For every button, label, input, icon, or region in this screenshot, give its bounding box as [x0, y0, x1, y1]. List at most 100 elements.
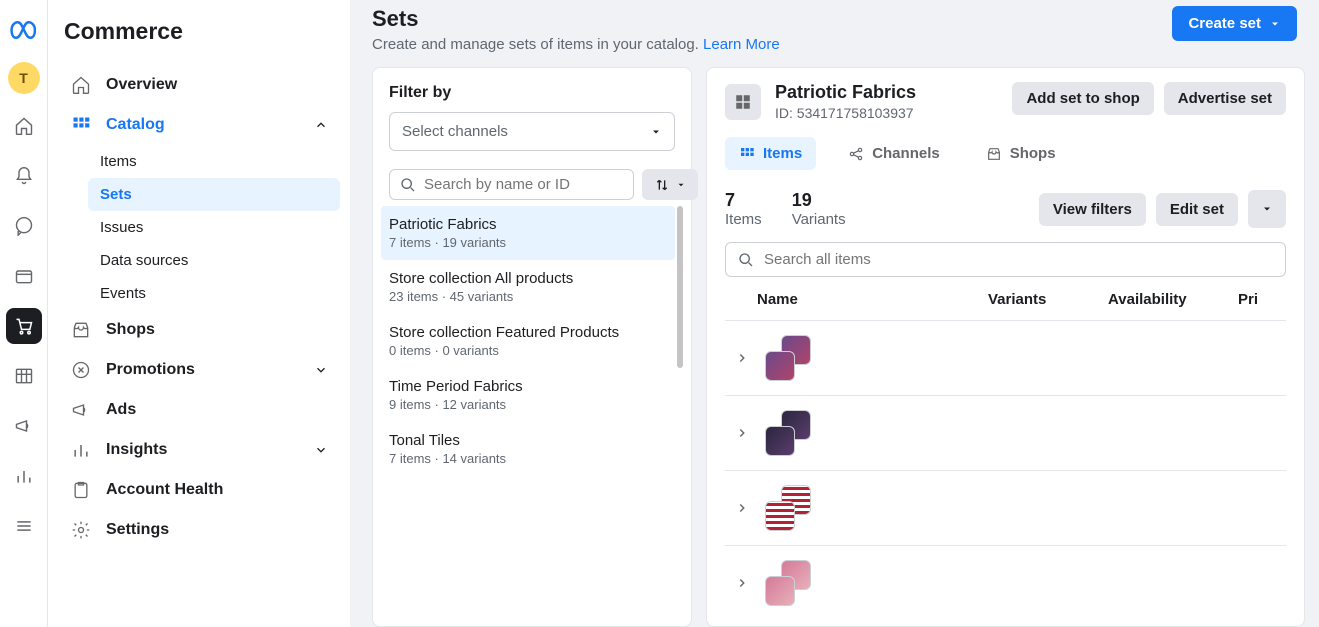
nav-label: Insights	[106, 441, 167, 459]
meta-logo[interactable]	[6, 12, 42, 48]
grid-icon	[739, 146, 755, 162]
nav-label: Issues	[100, 219, 143, 236]
nav-label: Catalog	[106, 116, 165, 134]
orders-icon[interactable]	[6, 258, 42, 294]
more-actions-button[interactable]	[1248, 190, 1286, 228]
user-avatar[interactable]: T	[8, 62, 40, 94]
commerce-icon[interactable]	[6, 308, 42, 344]
detail-title: Patriotic Fabrics	[775, 82, 916, 103]
count-label: Items	[725, 211, 762, 228]
chevron-right-icon[interactable]	[733, 501, 751, 515]
table-row[interactable]	[725, 320, 1286, 395]
tab-channels[interactable]: Channels	[834, 137, 954, 170]
nav-label: Sets	[100, 186, 132, 203]
nav-catalog[interactable]: Catalog	[58, 105, 340, 145]
bell-icon[interactable]	[6, 158, 42, 194]
detail-id: ID: 534171758103937	[775, 105, 916, 121]
menu-icon[interactable]	[6, 508, 42, 544]
select-placeholder: Select channels	[402, 123, 508, 140]
add-to-shop-button[interactable]: Add set to shop	[1012, 82, 1153, 115]
nav-account-health[interactable]: Account Health	[58, 470, 340, 510]
gear-icon	[70, 520, 92, 540]
nav-catalog-sets[interactable]: Sets	[88, 178, 340, 211]
nav-catalog-events[interactable]: Events	[88, 277, 340, 310]
nav-shops[interactable]: Shops	[58, 310, 340, 350]
chevron-down-icon	[314, 443, 328, 457]
sidebar: Commerce Overview Catalog Items Sets Iss…	[48, 0, 350, 627]
chevron-up-icon	[314, 118, 328, 132]
set-row[interactable]: Tonal Tiles 7 items · 14 variants	[381, 422, 675, 476]
megaphone-icon[interactable]	[6, 408, 42, 444]
chevron-right-icon[interactable]	[733, 351, 751, 365]
view-filters-button[interactable]: View filters	[1039, 193, 1146, 226]
button-label: Create set	[1188, 15, 1261, 32]
count-number: 19	[792, 190, 846, 211]
advertise-set-button[interactable]: Advertise set	[1164, 82, 1286, 115]
channel-select[interactable]: Select channels	[389, 112, 675, 151]
nav-label: Events	[100, 285, 146, 302]
nav-promotions[interactable]: Promotions	[58, 350, 340, 390]
item-rows	[725, 320, 1286, 620]
nav-catalog-issues[interactable]: Issues	[88, 211, 340, 244]
tab-label: Shops	[1010, 145, 1056, 162]
edit-set-button[interactable]: Edit set	[1156, 193, 1238, 226]
set-meta: 7 items · 19 variants	[389, 235, 667, 250]
nav-catalog-data-sources[interactable]: Data sources	[88, 244, 340, 277]
tab-items[interactable]: Items	[725, 137, 816, 170]
learn-more-link[interactable]: Learn More	[703, 36, 780, 53]
tab-label: Items	[763, 145, 802, 162]
set-row[interactable]: Store collection All products 23 items ·…	[381, 260, 675, 314]
table-header: Name Variants Availability Pri	[725, 277, 1286, 320]
table-icon[interactable]	[6, 358, 42, 394]
storefront-icon	[986, 146, 1002, 162]
caret-down-icon	[1261, 203, 1273, 215]
set-row[interactable]: Store collection Featured Products 0 ite…	[381, 314, 675, 368]
item-thumbnail	[765, 485, 811, 531]
nav-overview[interactable]: Overview	[58, 65, 340, 105]
items-count: 7 Items	[725, 190, 762, 228]
nav-label: Account Health	[106, 481, 223, 499]
item-search-field[interactable]	[764, 251, 1273, 268]
analytics-icon[interactable]	[6, 458, 42, 494]
detail-tabs: Items Channels Shops	[725, 137, 1286, 170]
item-search-input[interactable]	[725, 242, 1286, 277]
nav-label: Overview	[106, 76, 177, 94]
nav-label: Data sources	[100, 252, 188, 269]
variants-count: 19 Variants	[792, 190, 846, 228]
set-title: Store collection Featured Products	[389, 324, 667, 341]
set-search-field[interactable]	[424, 176, 623, 193]
item-thumbnail	[765, 335, 811, 381]
chat-icon[interactable]	[6, 208, 42, 244]
create-set-button[interactable]: Create set	[1172, 6, 1297, 41]
column-price: Pri	[1238, 291, 1278, 308]
set-row[interactable]: Patriotic Fabrics 7 items · 19 variants	[381, 206, 675, 260]
column-variants: Variants	[988, 291, 1108, 308]
table-row[interactable]	[725, 545, 1286, 620]
page-title: Sets	[372, 6, 780, 32]
nav-catalog-items[interactable]: Items	[88, 145, 340, 178]
scrollbar[interactable]	[677, 206, 683, 368]
sort-icon	[654, 177, 670, 193]
tag-icon	[70, 360, 92, 380]
nav-label: Shops	[106, 321, 155, 339]
nav-insights[interactable]: Insights	[58, 430, 340, 470]
analytics-icon	[70, 440, 92, 460]
nav-ads[interactable]: Ads	[58, 390, 340, 430]
sort-button[interactable]	[642, 169, 698, 200]
nav-settings[interactable]: Settings	[58, 510, 340, 550]
table-row[interactable]	[725, 395, 1286, 470]
megaphone-icon	[70, 400, 92, 420]
chevron-right-icon[interactable]	[733, 576, 751, 590]
nav-label: Items	[100, 153, 137, 170]
item-thumbnail	[765, 560, 811, 606]
item-thumbnail	[765, 410, 811, 456]
table-row[interactable]	[725, 470, 1286, 545]
set-search-input[interactable]	[389, 169, 634, 200]
home-icon[interactable]	[6, 108, 42, 144]
detail-panel: Patriotic Fabrics ID: 534171758103937 Ad…	[706, 67, 1305, 627]
chevron-right-icon[interactable]	[733, 426, 751, 440]
caret-down-icon	[650, 126, 662, 138]
set-row[interactable]: Time Period Fabrics 9 items · 12 variant…	[381, 368, 675, 422]
set-meta: 0 items · 0 variants	[389, 343, 667, 358]
tab-shops[interactable]: Shops	[972, 137, 1070, 170]
